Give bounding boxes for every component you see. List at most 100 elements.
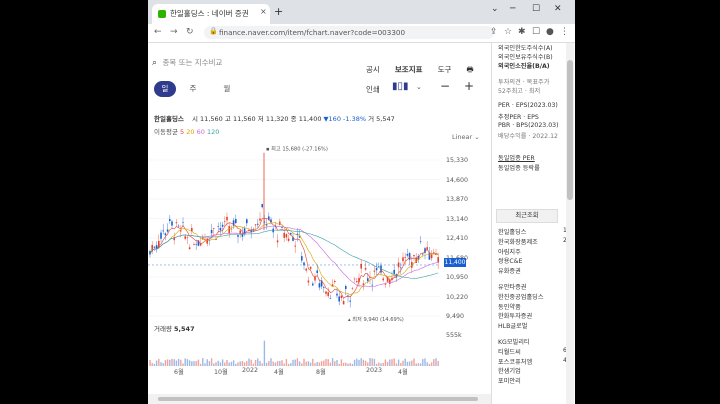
recent-item[interactable]: 티월드씨 [498,347,521,356]
menu-icon[interactable]: ⋮ [560,27,569,37]
volume-bar [375,363,378,366]
indicators-link[interactable]: 보조지표 [395,65,423,74]
candle-body [342,300,345,305]
volume-bar [336,360,338,366]
volume-bar [279,360,281,366]
close-label: 종 [290,115,297,123]
volume-bar [356,358,358,366]
recent-item[interactable]: 유안타증권 [498,282,526,291]
browser-tab[interactable]: 한일홀딩스 : 네이버 증권 × [152,4,270,24]
recent-item[interactable]: KG모빌리티 [498,337,530,346]
recent-item[interactable]: 유화증권 [498,266,521,275]
vertical-scroll-thumb[interactable] [567,60,573,200]
tools-link[interactable]: 도구 [438,65,452,74]
candle-body [345,286,347,290]
volume-bar [353,359,356,366]
candle-type-icon[interactable]: ▮▯▮ [392,81,409,92]
candle-body [237,235,239,237]
volume-bar [307,361,310,366]
price-tick-label: 13,140 [446,215,469,223]
recent-item[interactable]: 아림지주 [498,247,521,256]
volume-bar [241,361,244,366]
volume-bar [175,360,178,366]
recent-item[interactable]: 포미안리 [498,376,521,385]
volume-bar [386,361,389,366]
profile-avatar-icon[interactable]: ● [546,27,554,37]
candle-body [349,300,351,302]
recent-item[interactable]: HLB글로벌 [498,321,527,330]
new-tab-button[interactable]: + [274,5,283,18]
candle-body [325,291,327,294]
horizontal-scroll-thumb[interactable] [158,397,478,401]
volume-bar [263,340,266,366]
candle-body [221,224,224,227]
back-button[interactable]: ← [154,27,162,37]
volume-bar [274,362,277,366]
share-icon[interactable]: ⇪ [490,27,498,37]
maximize-button[interactable]: ☐ [532,4,540,14]
volume-bar [217,360,219,366]
recent-item[interactable]: 동인약품 [498,302,521,311]
sidepanel-icon[interactable]: ☐ [532,27,540,37]
extensions-icon[interactable]: ✱ [518,27,526,37]
recent-item[interactable]: 한국화장품제조 [498,237,538,246]
forward-button[interactable]: → [170,27,178,37]
tab-search-icon[interactable]: ⌄ [491,4,499,14]
candle-body [384,284,387,285]
date-tick-label: 4월 [398,369,408,376]
minimize-button[interactable]: ─ [510,4,515,14]
volume-bar [270,358,272,366]
volume-bar [318,362,321,366]
compare-search[interactable]: ⌕ 종목 또는 지수비교 [152,57,222,68]
reload-button[interactable]: ↻ [186,27,194,37]
volume-bar [404,358,406,366]
recent-item[interactable]: 포스코퓨처엠 [498,357,532,366]
low-label: 저 [257,115,264,123]
disclosure-link[interactable]: 공시 [366,65,380,74]
recent-item[interactable]: 한샘기업 [498,366,521,375]
recent-item[interactable]: 한일홀딩스 [498,227,526,236]
tab-close-icon[interactable]: × [260,7,267,16]
volume-bar [406,361,409,366]
tab-week[interactable]: 주 [182,81,204,97]
bookmark-star-icon[interactable]: ☆ [504,27,512,37]
high-label: 고 [224,115,231,123]
volume-bar [228,362,230,366]
tab-day[interactable]: 일 [154,81,176,97]
candle-body [316,270,318,273]
volume-bar [415,363,417,366]
candle-body [195,244,197,245]
volume-bar [428,363,431,366]
candle-body [160,232,162,239]
tab-recent[interactable]: 최근조회 [496,209,558,223]
volume-bar [413,358,415,366]
quote-summary: 한일홀딩스 시 11,560 고 11,560 저 11,320 종 11,40… [154,113,395,123]
close-window-button[interactable]: ✕ [554,4,562,14]
volume-bar [215,362,217,366]
dividend-label: 배당수익률 · 2022.12 [498,133,558,140]
url-field[interactable]: 🔒 finance.naver.com/item/fchart.naver?co… [204,26,494,39]
recent-item[interactable]: 쌍용C&E [498,256,522,265]
tab-month[interactable]: 월 [216,81,238,97]
volume-bar [180,359,182,366]
recent-item[interactable]: 한진중공업홀딩스 [498,292,544,301]
volume-bar [316,361,318,366]
zoom-in-button[interactable]: + [464,79,474,93]
volume-bar [433,359,435,366]
volume-bar [393,358,395,366]
volume-bar [173,359,175,366]
search-input[interactable]: 종목 또는 지수비교 [162,58,222,67]
scale-selector[interactable]: Linear ⌄ [452,133,480,141]
opinion-label: 투자의견 · 목표주가 [498,79,550,86]
tab-title: 한일홀딩스 : 네이버 증권 [170,9,249,18]
volume-bar [323,360,325,366]
zoom-out-button[interactable]: − [440,79,450,93]
candle-body [186,237,189,239]
volume-bar [259,360,261,366]
url-text: finance.naver.com/item/fchart.naver?code… [219,28,406,37]
chevron-down-icon[interactable]: ⌄ [416,83,422,91]
recent-item[interactable]: 한화투자증권 [498,311,532,320]
candle-body [210,229,213,234]
candle-body [213,228,215,230]
volume-bar [206,359,208,366]
